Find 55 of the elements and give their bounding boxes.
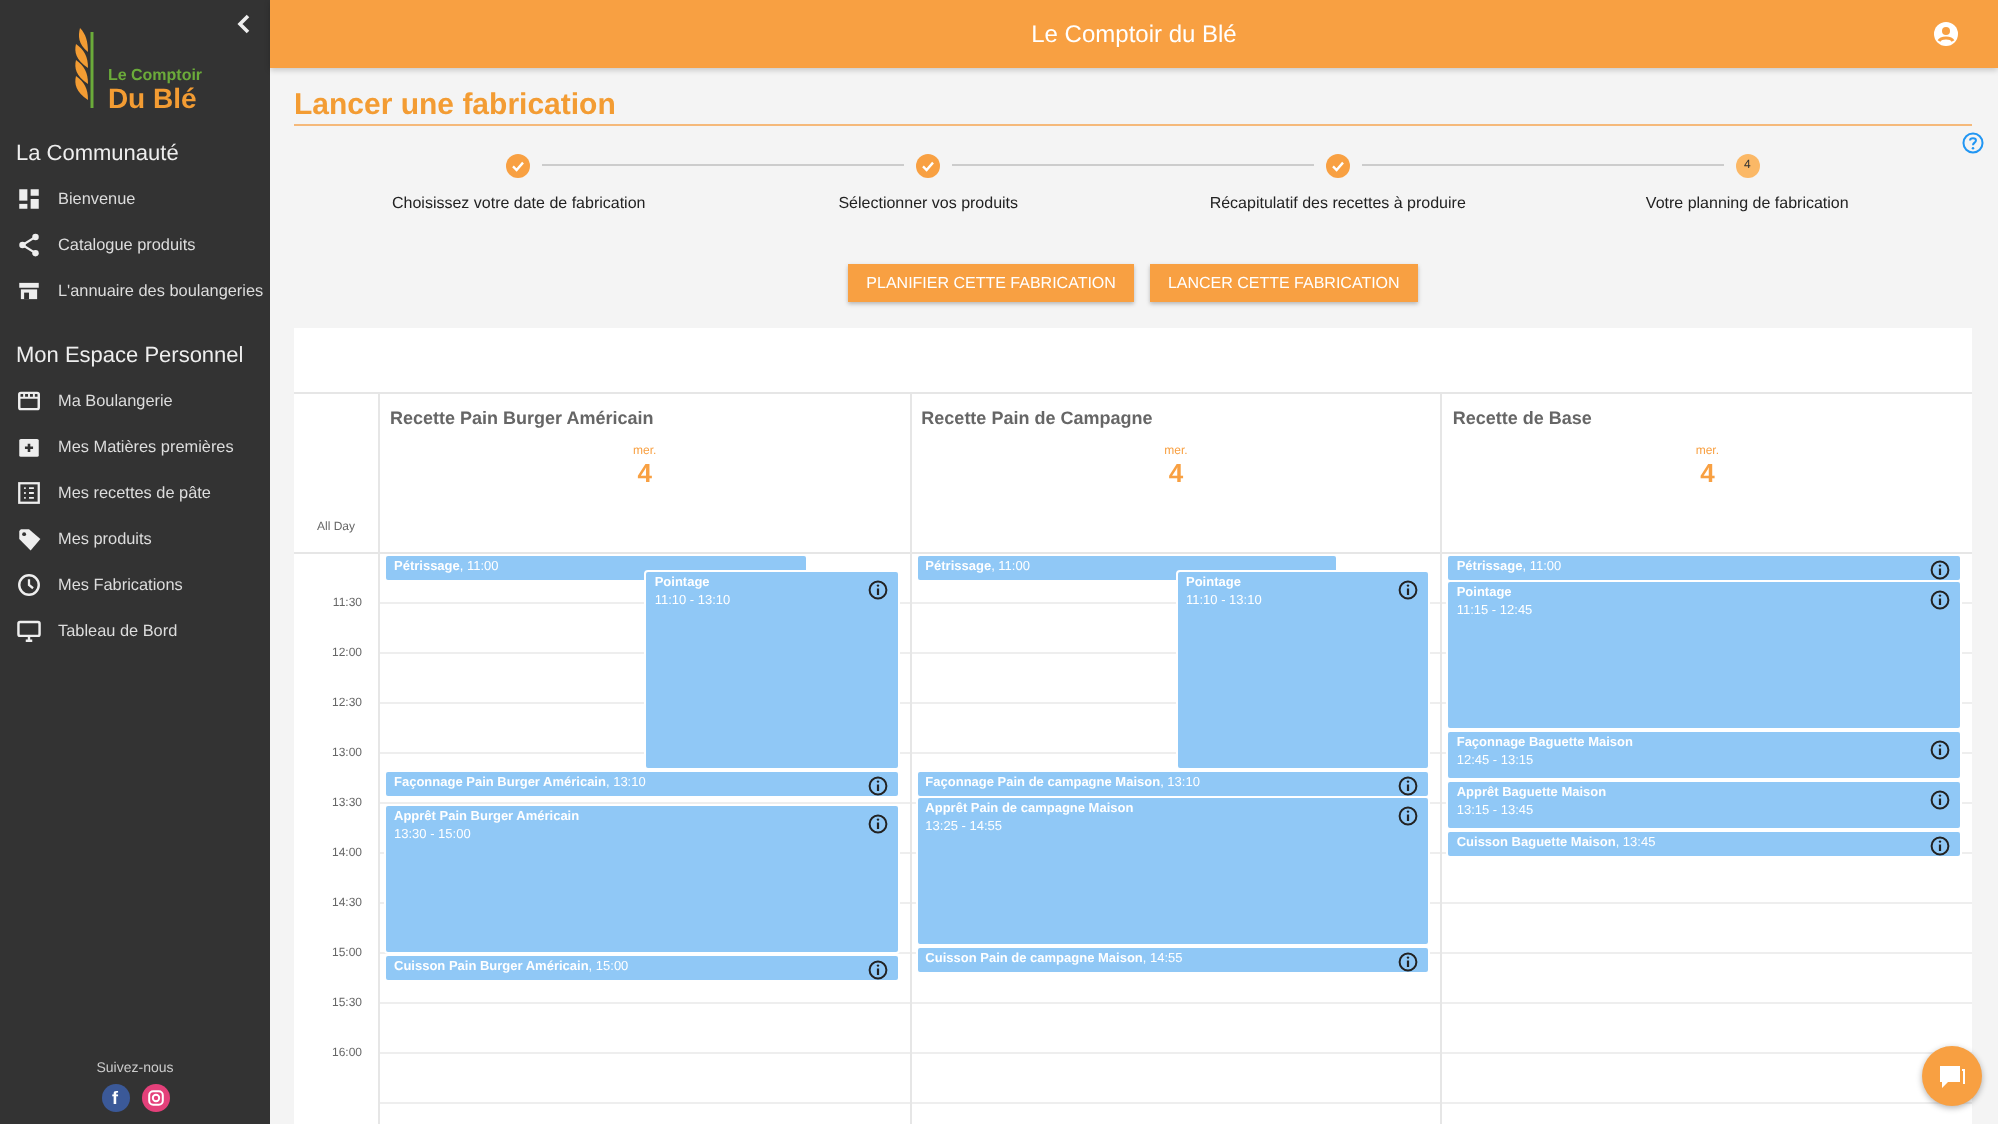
- column-title: Recette Pain de Campagne: [919, 406, 1155, 428]
- info-icon[interactable]: [1398, 776, 1419, 797]
- info-icon[interactable]: [867, 814, 888, 834]
- action-button[interactable]: LANCER CETTE FABRICATION: [1149, 264, 1418, 302]
- sidebar-item[interactable]: Bienvenue: [0, 176, 270, 222]
- sidebar-item[interactable]: Ma Boulangerie: [0, 378, 270, 424]
- camera-icon: [147, 1090, 163, 1106]
- menu-item-icon: [16, 278, 42, 304]
- day-number: 4: [1700, 458, 1715, 488]
- app-title: Le Comptoir du Blé: [1031, 20, 1237, 48]
- info-icon[interactable]: [1398, 951, 1419, 972]
- info-icon[interactable]: [1930, 739, 1951, 759]
- menu-item-icon: [16, 572, 42, 598]
- info-icon[interactable]: [867, 776, 888, 797]
- info-icon[interactable]: [867, 580, 888, 601]
- step-label: Votre planning de fabrication: [1645, 194, 1849, 212]
- info-icon[interactable]: [1398, 805, 1419, 826]
- sidebar-item[interactable]: Mes Matières premières: [0, 424, 270, 470]
- info-icon[interactable]: [867, 960, 888, 980]
- section-heading: Mon Espace Personnel: [14, 342, 246, 372]
- logo-text: Du Blé: [107, 84, 197, 112]
- sidebar-item[interactable]: Mes recettes de pâte: [0, 470, 270, 516]
- menu-item-icon: [16, 388, 42, 414]
- step-label: Sélectionner vos produits: [838, 194, 1019, 212]
- sidebar-item[interactable]: Mes Fabrications: [0, 562, 270, 608]
- collapse-chevron-icon[interactable]: [236, 14, 252, 34]
- logo-text: Le Comptoir: [107, 68, 203, 84]
- sidebar-item[interactable]: Mes produits: [0, 516, 270, 562]
- step-label: Récapitulatif des recettes à produire: [1209, 194, 1466, 212]
- sidebar-item[interactable]: L'annuaire des boulangeries: [0, 268, 270, 314]
- facebook-link[interactable]: f: [101, 1084, 129, 1112]
- menu-item-icon: [16, 526, 42, 552]
- step-label: Choisissez votre date de fabrication: [392, 194, 646, 212]
- info-icon[interactable]: [1930, 589, 1951, 609]
- menu-item-icon: [16, 186, 42, 212]
- day-number: 4: [1168, 458, 1184, 488]
- menu-item-icon: [16, 480, 42, 506]
- action-button[interactable]: PLANIFIER CETTE FABRICATION: [848, 264, 1134, 302]
- help-icon[interactable]: [1962, 132, 1984, 154]
- info-icon[interactable]: [1930, 789, 1951, 809]
- page-title: Lancer une fabrication: [294, 88, 1972, 126]
- column-title: Recette Pain Burger Américain: [388, 406, 656, 428]
- info-icon[interactable]: [1398, 580, 1419, 601]
- day-number: 4: [637, 458, 652, 488]
- menu-item-icon: [16, 434, 42, 460]
- sidebar-item[interactable]: Catalogue produits: [0, 222, 270, 268]
- info-icon[interactable]: [1930, 560, 1951, 580]
- menu-item-icon: [16, 232, 42, 258]
- chat-bubble-icon: [1936, 1060, 1968, 1092]
- sidebar-item[interactable]: Tableau de Bord: [0, 608, 270, 654]
- menu-item-icon: [16, 618, 42, 644]
- section-heading: La Communauté: [14, 140, 181, 170]
- column-title: Recette de Base: [1450, 406, 1594, 428]
- info-icon[interactable]: [1930, 835, 1951, 855]
- instagram-link[interactable]: [141, 1084, 169, 1112]
